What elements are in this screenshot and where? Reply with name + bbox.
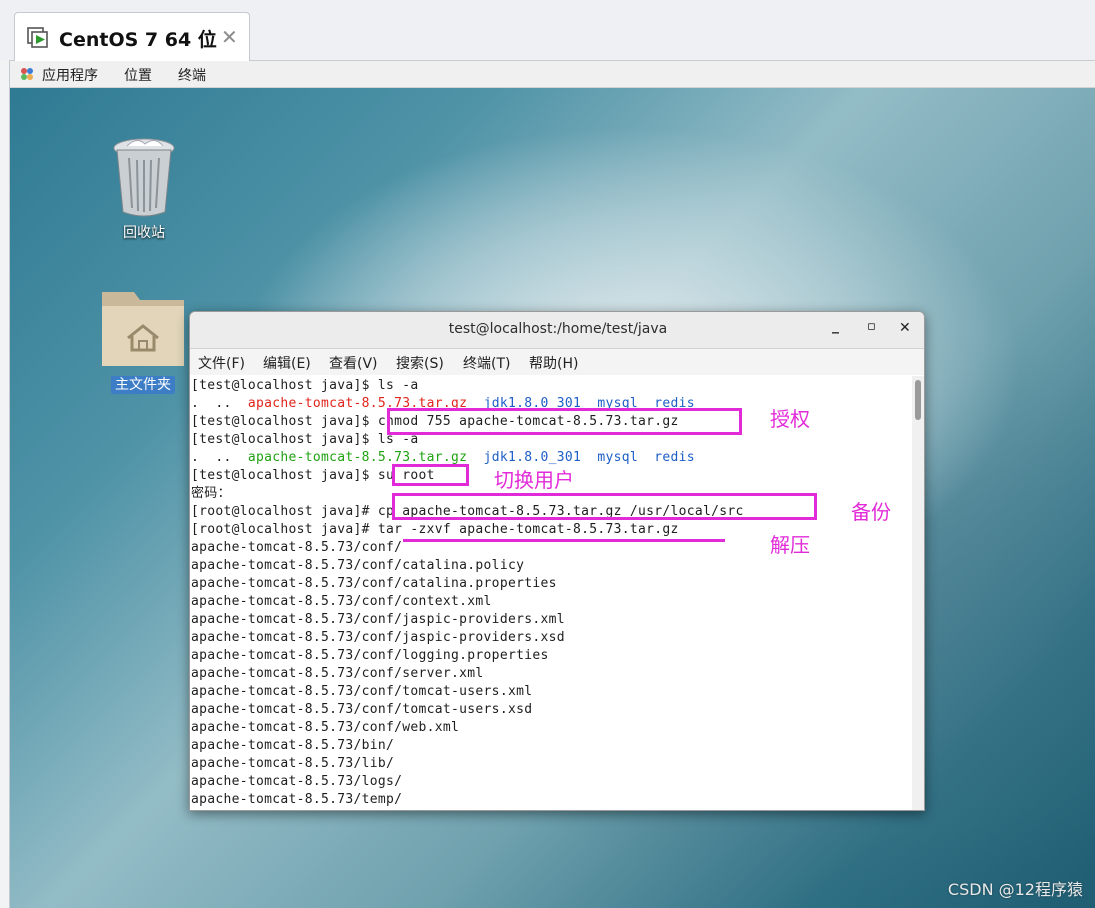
vm-left-strip	[0, 60, 10, 908]
maximize-button[interactable]: ▫	[867, 319, 876, 334]
watermark: CSDN @12程序猿	[947, 880, 1083, 899]
terminal-line: apache-tomcat-8.5.73/conf/server.xml	[191, 666, 484, 681]
terminal-scrollbar[interactable]	[912, 376, 924, 810]
terminal-line: apache-tomcat-8.5.73/conf/jaspic-provide…	[191, 612, 565, 627]
terminal-line: apache-tomcat-8.5.73/conf/web.xml	[191, 720, 460, 735]
terminal-line: apache-tomcat-8.5.73/temp/	[191, 792, 403, 807]
terminal-line: apache-tomcat-8.5.73/conf/tomcat-users.x…	[191, 702, 533, 717]
terminal-line: apache-tomcat-8.5.73/conf/context.xml	[191, 594, 492, 609]
terminal-line: apache-tomcat-8.5.73/conf/tomcat-users.x…	[191, 684, 533, 699]
dir-entry: jdk1.8.0_301	[483, 450, 582, 465]
terminal-output[interactable]: [test@localhost java]$ ls -a . .. apache…	[190, 376, 912, 810]
terminal-line: apache-tomcat-8.5.73/bin/	[191, 738, 395, 753]
menu-file[interactable]: 文件(F)	[198, 353, 245, 373]
dir-entry: . ..	[191, 450, 248, 465]
vm-power-icon	[27, 27, 48, 48]
vm-tab-close-icon[interactable]: ✕	[221, 25, 238, 49]
terminal-line: [root@localhost java]# tar -zxvf apache-…	[191, 522, 679, 537]
menu-view[interactable]: 查看(V)	[329, 353, 378, 373]
terminal-title: test@localhost:/home/test/java	[448, 321, 668, 337]
terminal-window[interactable]: test@localhost:/home/test/java _ ▫ ✕ 文件(…	[189, 311, 925, 811]
menu-search[interactable]: 搜索(S)	[396, 353, 444, 373]
terminal-line: apache-tomcat-8.5.73/logs/	[191, 774, 403, 789]
dir-entry: redis	[654, 450, 695, 465]
menu-places[interactable]: 位置	[124, 65, 152, 85]
home-folder-label: 主文件夹	[111, 376, 175, 394]
annotation-backup: 备份	[851, 500, 891, 524]
terminal-titlebar[interactable]: test@localhost:/home/test/java _ ▫ ✕	[190, 312, 924, 349]
terminal-line: apache-tomcat-8.5.73/conf/catalina.prope…	[191, 576, 557, 591]
minimize-button[interactable]: _	[832, 318, 839, 334]
scrollbar-thumb[interactable]	[915, 380, 921, 420]
highlight-chmod	[387, 408, 742, 435]
vm-tab-bar: CentOS 7 64 位 ✕	[0, 0, 1095, 61]
terminal-line: apache-tomcat-8.5.73/conf/	[191, 540, 403, 555]
dir-entry: mysql	[597, 450, 639, 465]
terminal-line: [test@localhost java]$ ls -a	[191, 378, 419, 393]
trash-icon	[113, 138, 175, 217]
menu-terminal-menu[interactable]: 终端(T)	[463, 353, 510, 373]
terminal-line: apache-tomcat-8.5.73/conf/catalina.polic…	[191, 558, 525, 573]
archive-entry: apache-tomcat-8.5.73.tar.gz	[247, 450, 468, 465]
menu-applications[interactable]: 应用程序	[42, 65, 98, 85]
vm-tab-title: CentOS 7 64 位	[59, 29, 217, 51]
close-button[interactable]: ✕	[899, 320, 911, 336]
gnome-top-menu: 应用程序 位置 终端	[10, 61, 1095, 88]
terminal-menubar: 文件(F) 编辑(E) 查看(V) 搜索(S) 终端(T) 帮助(H)	[190, 349, 924, 375]
annotation-authorize: 授权	[770, 407, 810, 431]
terminal-line: apache-tomcat-8.5.73/conf/jaspic-provide…	[191, 630, 565, 645]
underline-tar	[403, 539, 725, 542]
highlight-su-root	[392, 464, 469, 486]
dir-entry: . ..	[191, 396, 248, 411]
home-folder-desktop-icon[interactable]: 主文件夹	[98, 286, 188, 394]
terminal-line: apache-tomcat-8.5.73/conf/logging.proper…	[191, 648, 549, 663]
applications-icon	[21, 68, 33, 80]
trash-label: 回收站	[123, 225, 165, 241]
menu-help[interactable]: 帮助(H)	[529, 353, 578, 373]
terminal-line: apache-tomcat-8.5.73/lib/	[191, 756, 395, 771]
annotation-switch-user: 切换用户	[494, 468, 574, 492]
trash-desktop-icon[interactable]: 回收站	[100, 136, 188, 242]
annotation-extract: 解压	[770, 533, 810, 557]
menu-edit[interactable]: 编辑(E)	[263, 353, 311, 373]
vm-tab[interactable]: CentOS 7 64 位 ✕	[14, 12, 250, 61]
home-folder-icon	[102, 292, 184, 366]
terminal-line: [test@localhost java]$ ls -a	[191, 432, 419, 447]
highlight-cp	[392, 493, 817, 520]
menu-terminal[interactable]: 终端	[178, 65, 206, 85]
terminal-line: 密码：	[191, 486, 231, 501]
